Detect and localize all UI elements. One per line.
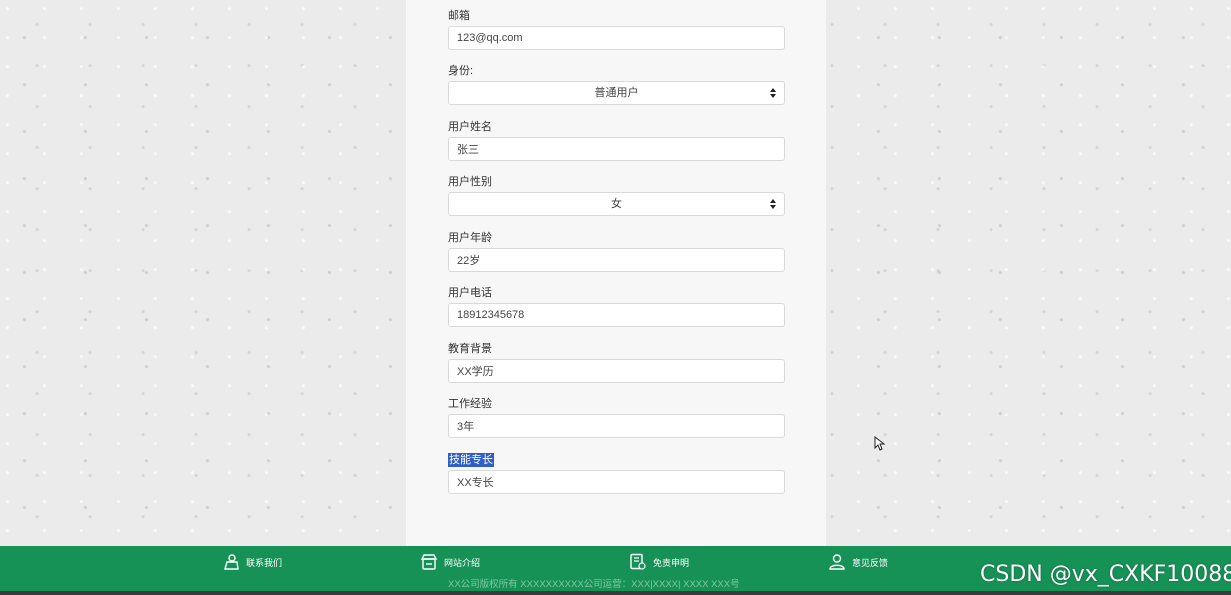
footer-about-label: 网站介绍 — [444, 557, 481, 568]
email-input[interactable] — [448, 26, 785, 50]
footer-contact-label: 联系我们 — [246, 557, 283, 568]
footer-feedback-label: 意见反馈 — [852, 557, 889, 568]
footer-feedback-link[interactable]: 意见反馈 — [828, 546, 888, 578]
phone-label: 用户电话 — [448, 287, 492, 299]
document-icon — [630, 553, 646, 570]
contact-person-icon — [224, 554, 239, 570]
experience-group: 工作经验 — [448, 394, 785, 438]
role-selected-value: 普通用户 — [594, 87, 639, 99]
footer-contact-link[interactable]: 联系我们 — [222, 546, 282, 578]
footer-disclaimer-label: 免责申明 — [653, 557, 690, 568]
user-icon — [829, 554, 845, 570]
gender-group: 用户性别 女 — [448, 172, 785, 216]
mouse-cursor-icon — [874, 436, 886, 451]
role-label: 身份: — [448, 65, 474, 77]
phone-group: 用户电话 — [448, 283, 785, 327]
role-select[interactable]: 普通用户 — [448, 81, 785, 105]
skills-group: 技能专长 — [448, 450, 785, 494]
email-group: 邮箱 — [448, 6, 785, 50]
role-group: 身份: 普通用户 — [448, 61, 785, 105]
footer-about-link[interactable]: 网站介绍 — [420, 546, 480, 578]
education-input[interactable] — [448, 359, 785, 383]
email-label: 邮箱 — [448, 10, 470, 22]
gender-label: 用户性别 — [448, 176, 492, 188]
footer-disclaimer-link[interactable]: 免责申明 — [629, 546, 689, 578]
gender-select[interactable]: 女 — [448, 192, 785, 216]
age-input[interactable] — [448, 248, 785, 272]
name-input[interactable] — [448, 137, 785, 161]
name-label: 用户姓名 — [448, 121, 492, 133]
phone-input[interactable] — [448, 303, 785, 327]
select-arrows-icon — [770, 199, 776, 209]
bottom-edge — [0, 591, 1231, 595]
education-group: 教育背景 — [448, 339, 785, 383]
copyright-text: XX公司版权所有 XXXXXXXXXX公司运营：XXX|XXXX| XXXX X… — [448, 579, 740, 590]
gender-selected-value: 女 — [611, 198, 622, 210]
experience-input[interactable] — [448, 414, 785, 438]
skills-input[interactable] — [448, 470, 785, 494]
select-arrows-icon — [770, 88, 776, 98]
education-label: 教育背景 — [448, 343, 492, 355]
age-group: 用户年龄 — [448, 228, 785, 272]
skills-label: 技能专长 — [448, 453, 494, 467]
name-group: 用户姓名 — [448, 117, 785, 161]
store-icon — [420, 554, 438, 570]
experience-label: 工作经验 — [448, 398, 492, 410]
watermark-text: CSDN @vx_CXKF10088 — [980, 562, 1231, 587]
age-label: 用户年龄 — [448, 232, 492, 244]
